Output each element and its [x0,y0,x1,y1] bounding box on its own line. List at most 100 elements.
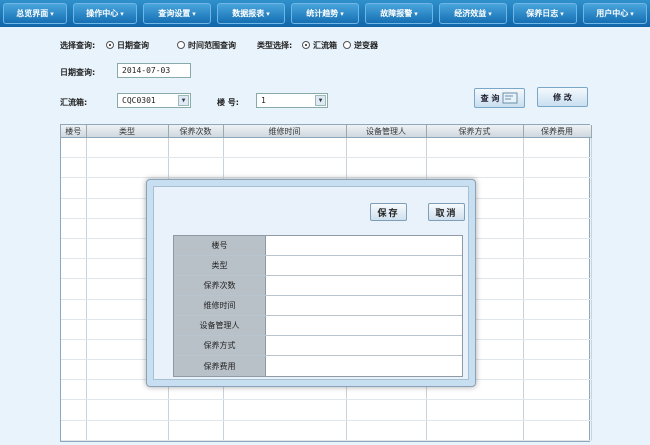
nav-item-user-center[interactable]: 用户中心 ▾ [583,3,647,24]
table-cell[interactable] [523,299,592,320]
table-cell[interactable] [61,157,87,179]
table-cell[interactable] [61,137,87,159]
table-cell[interactable] [523,379,592,401]
form-row-repair-time: 维修时间 [174,296,462,316]
col-header-maintenance-method[interactable]: 保养方式 [426,125,524,138]
table-row[interactable] [61,157,592,179]
chevron-down-icon[interactable]: ▼ [315,95,326,106]
table-cell[interactable] [426,420,524,442]
table-cell[interactable] [86,157,169,179]
table-cell[interactable] [61,218,87,239]
col-header-building[interactable]: 楼号 [61,125,87,138]
table-cell[interactable] [61,379,87,401]
nav-item-overview[interactable]: 总览界面 ▾ [3,3,67,24]
radio-by-date-label[interactable]: 日期查询 [117,40,149,51]
table-cell[interactable] [61,278,87,300]
table-cell[interactable] [86,399,169,421]
nav-item-statistics-trend[interactable]: 统计趋势 ▾ [291,3,359,24]
col-header-maintenance-count[interactable]: 保养次数 [168,125,224,138]
table-cell[interactable] [523,339,592,361]
table-cell[interactable] [346,137,427,159]
table-cell[interactable] [168,399,224,421]
table-cell[interactable] [523,238,592,260]
table-cell[interactable] [523,359,592,381]
table-row[interactable] [61,399,592,421]
table-cell[interactable] [61,198,87,219]
maintenance-count-field[interactable] [266,276,462,295]
nav-item-maintenance-log[interactable]: 保养日志 ▾ [513,3,577,24]
table-cell[interactable] [61,420,87,442]
table-header-row: 楼号 类型 保养次数 维修时间 设备管理人 保养方式 保养费用 [61,125,592,138]
table-cell[interactable] [223,157,347,179]
maintenance-method-field[interactable] [266,336,462,355]
table-cell[interactable] [523,218,592,239]
table-cell[interactable] [523,198,592,219]
table-cell[interactable] [86,137,169,159]
building-select[interactable]: 1 ▼ [256,93,328,108]
radio-type-inverter-label[interactable]: 逆变器 [354,40,378,51]
table-cell[interactable] [523,420,592,442]
combiner-select[interactable]: CQC0301 ▼ [117,93,191,108]
table-cell[interactable] [61,177,87,199]
radio-type-inverter[interactable] [343,41,351,49]
table-cell[interactable] [61,299,87,320]
type-select-label: 类型选择: [257,41,293,50]
table-cell[interactable] [426,399,524,421]
table-cell[interactable] [426,137,524,159]
table-cell[interactable] [346,157,427,179]
radio-type-combiner[interactable] [302,41,310,49]
table-cell[interactable] [61,258,87,280]
col-header-type[interactable]: 类型 [86,125,169,138]
date-input[interactable]: 2014-07-03 [117,63,191,78]
table-cell[interactable] [168,157,224,179]
nav-item-query-settings[interactable]: 查询设置 ▾ [143,3,211,24]
table-cell[interactable] [523,157,592,179]
col-header-maintenance-cost[interactable]: 保养费用 [523,125,592,138]
save-button[interactable]: 保存 [370,203,407,221]
table-cell[interactable] [523,137,592,159]
repair-time-field[interactable] [266,296,462,315]
radio-type-combiner-label[interactable]: 汇流箱 [313,40,337,51]
cancel-button[interactable]: 取消 [428,203,465,221]
nav-item-label: 数据报表 [232,9,265,18]
col-header-repair-time[interactable]: 维修时间 [223,125,347,138]
table-cell[interactable] [61,319,87,340]
form-row-maintenance-count: 保养次数 [174,276,462,296]
device-manager-field[interactable] [266,316,462,335]
table-cell[interactable] [346,420,427,442]
table-cell[interactable] [346,399,427,421]
radio-by-range-label[interactable]: 时间范围查询 [188,40,236,51]
table-cell[interactable] [61,399,87,421]
table-cell[interactable] [223,399,347,421]
table-cell[interactable] [168,137,224,159]
radio-by-date[interactable] [106,41,114,49]
table-cell[interactable] [523,278,592,300]
table-cell[interactable] [61,238,87,260]
table-cell[interactable] [523,177,592,199]
table-cell[interactable] [61,339,87,361]
table-cell[interactable] [61,359,87,381]
combiner-label: 汇流箱: [60,98,88,107]
table-cell[interactable] [168,420,224,442]
nav-item-operation-center[interactable]: 操作中心 ▾ [73,3,137,24]
maintenance-cost-field[interactable] [266,356,462,376]
building-field[interactable] [266,236,462,255]
table-cell[interactable] [523,319,592,340]
table-cell[interactable] [223,137,347,159]
table-row[interactable] [61,137,592,159]
table-cell[interactable] [426,157,524,179]
radio-by-range[interactable] [177,41,185,49]
edit-button[interactable]: 修 改 [537,87,588,107]
table-cell[interactable] [523,258,592,280]
nav-item-economic-benefit[interactable]: 经济效益 ▾ [439,3,507,24]
col-header-device-manager[interactable]: 设备管理人 [346,125,427,138]
nav-item-data-report[interactable]: 数据报表 ▾ [217,3,285,24]
chevron-down-icon[interactable]: ▼ [178,95,189,106]
table-cell[interactable] [523,399,592,421]
nav-item-fault-alarm[interactable]: 故障报警 ▾ [365,3,433,24]
query-button[interactable]: 查 询 [474,88,525,108]
type-field[interactable] [266,256,462,275]
table-cell[interactable] [223,420,347,442]
table-row[interactable] [61,420,592,442]
table-cell[interactable] [86,420,169,442]
